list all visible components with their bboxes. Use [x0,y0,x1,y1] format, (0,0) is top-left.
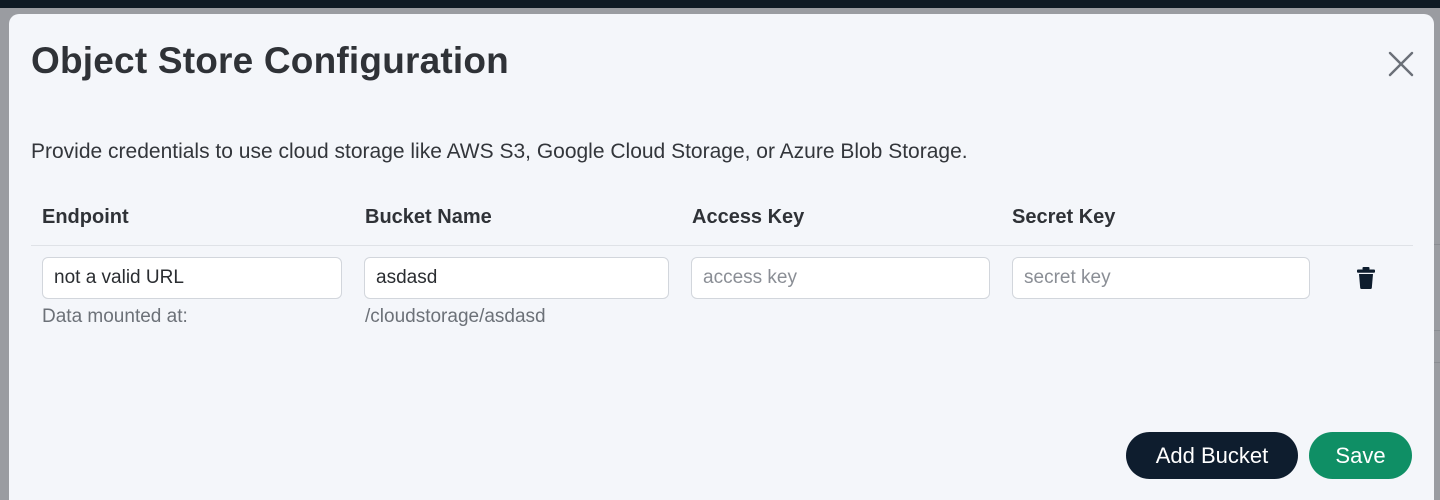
secret-key-input[interactable] [1012,257,1310,299]
delete-bucket-button[interactable] [1355,266,1377,290]
close-icon [1388,51,1414,77]
column-header-secret-key: Secret Key [1012,206,1116,228]
endpoint-help-text: Data mounted at: [42,306,188,327]
backdrop-top-bar [0,0,1440,8]
add-bucket-button[interactable]: Add Bucket [1126,432,1298,479]
bucket-name-input[interactable] [364,257,669,299]
column-header-bucket-name: Bucket Name [365,206,492,228]
save-button[interactable]: Save [1309,432,1412,479]
modal-description: Provide credentials to use cloud storage… [31,140,968,163]
object-store-modal: Object Store Configuration Provide crede… [9,14,1434,500]
bucket-mount-path: /cloudstorage/asdasd [365,306,546,327]
endpoint-input[interactable] [42,257,342,299]
header-divider [31,245,1413,246]
close-button[interactable] [1385,48,1417,80]
column-header-endpoint: Endpoint [42,206,129,228]
column-header-access-key: Access Key [692,206,805,228]
trash-icon [1357,267,1375,289]
access-key-input[interactable] [691,257,990,299]
modal-title: Object Store Configuration [31,40,509,81]
